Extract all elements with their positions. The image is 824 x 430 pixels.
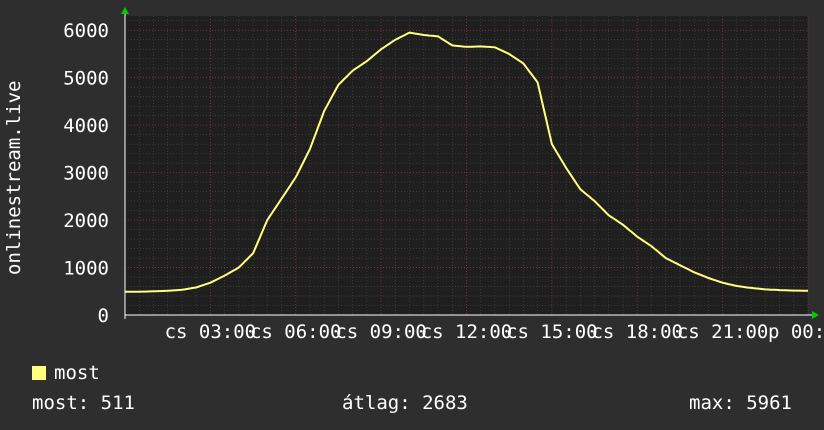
stats-row: most: 511 átlag: 2683 max: 5961 (32, 392, 792, 416)
y-tick-label: 0 (98, 305, 109, 327)
x-tick-label: cs 15:00 (506, 321, 598, 343)
line-chart: 0 1000 2000 3000 4000 5000 6000 cs 03:00cs 06:… (63, 7, 824, 343)
x-tick-label: cs 21:00 (677, 321, 769, 343)
x-axis-arrow (812, 311, 819, 319)
y-tick-label: 2000 (63, 210, 109, 232)
stat-max: max: 5961 (689, 392, 792, 414)
x-tick-label: cs 03:00 (165, 321, 257, 343)
x-tick-label: cs 18:00 (591, 321, 683, 343)
legend: most (32, 362, 100, 384)
x-tick-label: cs 06:00 (250, 321, 342, 343)
stat-current: most: 511 (32, 392, 135, 414)
x-tick-label: cs 09:00 (335, 321, 427, 343)
x-tick-label: cs 12:00 (421, 321, 513, 343)
x-tick-label: p 00:00 (768, 321, 824, 343)
y-tick-label: 6000 (63, 20, 109, 42)
plot-area (125, 16, 808, 315)
y-tick-label: 1000 (63, 258, 109, 280)
y-tick-label: 4000 (63, 115, 109, 137)
legend-swatch (32, 366, 46, 380)
stat-average: átlag: 2683 (342, 392, 468, 414)
legend-label: most (54, 362, 100, 384)
y-axis-arrow (121, 7, 129, 14)
y-axis-label: onlinestream.live (3, 80, 25, 275)
y-tick-label: 3000 (63, 163, 109, 185)
y-tick-label: 5000 (63, 68, 109, 90)
